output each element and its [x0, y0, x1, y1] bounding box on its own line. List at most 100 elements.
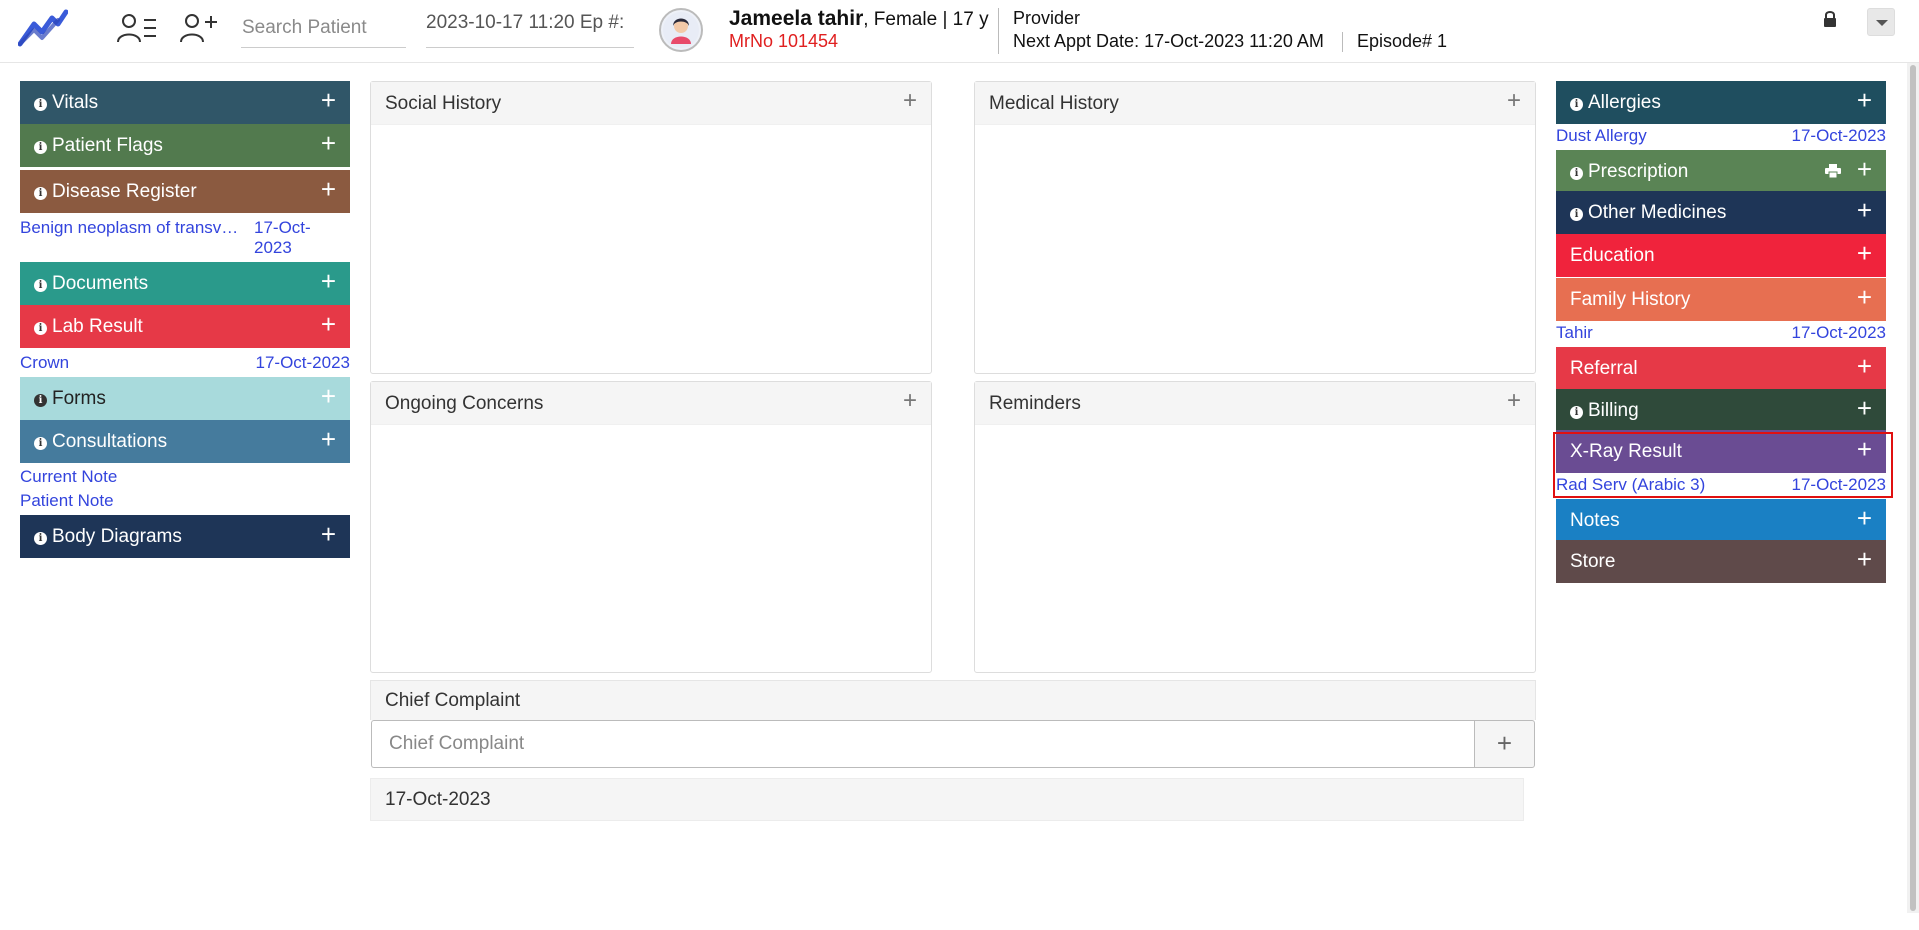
- widget-prescription[interactable]: i Prescription +: [1556, 150, 1886, 193]
- add-patient-icon[interactable]: [178, 10, 220, 46]
- widget-body-diagrams[interactable]: i Body Diagrams +: [20, 515, 350, 558]
- info-icon[interactable]: i: [34, 187, 47, 200]
- widget-label: Billing: [1588, 400, 1639, 421]
- family-history-entry-link[interactable]: Tahir: [1556, 323, 1593, 343]
- add-note-icon[interactable]: +: [1857, 499, 1872, 537]
- info-icon[interactable]: i: [34, 98, 47, 111]
- add-allergy-icon[interactable]: +: [1857, 81, 1872, 119]
- info-icon[interactable]: i: [34, 394, 47, 407]
- widget-consultations[interactable]: i Consultations +: [20, 420, 350, 463]
- patient-avatar[interactable]: [659, 8, 703, 52]
- info-icon[interactable]: i: [1570, 98, 1583, 111]
- page-scrollbar[interactable]: [1907, 63, 1919, 913]
- widget-label: Patient Flags: [52, 135, 163, 156]
- widget-store[interactable]: Store +: [1556, 540, 1886, 583]
- widget-lab-result[interactable]: i Lab Result +: [20, 305, 350, 348]
- widget-label: Disease Register: [52, 181, 197, 202]
- widget-label: Other Medicines: [1588, 202, 1727, 223]
- add-store-icon[interactable]: +: [1857, 540, 1872, 578]
- add-form-icon[interactable]: +: [321, 377, 336, 415]
- add-xray-result-icon[interactable]: +: [1857, 430, 1872, 468]
- lab-result-entry-date: 17-Oct-2023: [255, 353, 351, 372]
- widget-label: Education: [1570, 245, 1655, 266]
- widget-other-medicines[interactable]: i Other Medicines +: [1556, 191, 1886, 234]
- info-icon[interactable]: i: [34, 322, 47, 335]
- info-icon[interactable]: i: [1570, 167, 1583, 180]
- add-social-history-icon[interactable]: +: [903, 82, 917, 120]
- add-prescription-icon[interactable]: +: [1857, 150, 1872, 188]
- current-note-link[interactable]: Current Note: [20, 467, 117, 487]
- add-document-icon[interactable]: +: [321, 262, 336, 300]
- user-menu-dropdown[interactable]: [1867, 8, 1895, 36]
- panel-medical-history: Medical History +: [974, 81, 1536, 374]
- patient-list-icon[interactable]: [116, 10, 158, 46]
- allergy-entry-date: 17-Oct-2023: [1791, 126, 1887, 145]
- widget-billing[interactable]: i Billing +: [1556, 389, 1886, 432]
- family-history-entry-date: 17-Oct-2023: [1791, 323, 1887, 342]
- mrno: MrNo 101454: [729, 31, 839, 51]
- disease-entry-date-year: 2023: [254, 238, 292, 257]
- info-icon[interactable]: i: [1570, 406, 1583, 419]
- add-chief-complaint-button[interactable]: +: [1474, 720, 1535, 768]
- panel-header: Reminders +: [975, 382, 1535, 425]
- patient-name-text: Jameela tahir: [729, 7, 864, 30]
- widget-xray-result[interactable]: X-Ray Result +: [1556, 430, 1886, 473]
- widget-vitals[interactable]: i Vitals +: [20, 81, 350, 124]
- chief-complaint-input[interactable]: [371, 720, 1474, 768]
- widget-label: Prescription: [1588, 161, 1689, 182]
- widget-patient-flags[interactable]: i Patient Flags +: [20, 124, 350, 167]
- app-logo-icon[interactable]: [18, 8, 68, 48]
- add-medical-history-icon[interactable]: +: [1507, 82, 1521, 120]
- add-ongoing-concern-icon[interactable]: +: [903, 382, 917, 420]
- add-referral-icon[interactable]: +: [1857, 347, 1872, 385]
- lab-result-entry-link[interactable]: Crown: [20, 353, 69, 373]
- print-prescription-icon[interactable]: [1825, 164, 1841, 178]
- widget-label: Consultations: [52, 431, 168, 452]
- scrollbar-thumb[interactable]: [1910, 65, 1916, 911]
- widget-allergies[interactable]: i Allergies +: [1556, 81, 1886, 124]
- disease-entry-link[interactable]: Benign neoplasm of transv…: [20, 218, 250, 238]
- widget-family-history[interactable]: Family History +: [1556, 278, 1886, 321]
- panel-header: Social History +: [371, 82, 931, 125]
- info-icon[interactable]: i: [34, 141, 47, 154]
- add-billing-icon[interactable]: +: [1857, 389, 1872, 427]
- add-other-medicine-icon[interactable]: +: [1857, 191, 1872, 229]
- add-reminder-icon[interactable]: +: [1507, 382, 1521, 420]
- search-patient-input[interactable]: [241, 8, 406, 48]
- patient-note-link[interactable]: Patient Note: [20, 491, 114, 511]
- allergy-entry-link[interactable]: Dust Allergy: [1556, 126, 1647, 146]
- lock-icon[interactable]: [1822, 10, 1838, 28]
- top-bar: 2023-10-17 11:20 Ep #: Jameela tahir, Fe…: [0, 0, 1919, 63]
- widget-disease-register[interactable]: i Disease Register +: [20, 170, 350, 213]
- patient-details: , Female | 17 y: [863, 9, 989, 30]
- xray-entry-link[interactable]: Rad Serv (Arabic 3): [1556, 475, 1705, 495]
- widget-education[interactable]: Education +: [1556, 234, 1886, 277]
- panel-header: Ongoing Concerns +: [371, 382, 931, 425]
- widget-label: Referral: [1570, 358, 1638, 379]
- add-family-history-icon[interactable]: +: [1857, 278, 1872, 316]
- widget-notes[interactable]: Notes +: [1556, 499, 1886, 542]
- widget-label: Family History: [1570, 289, 1691, 310]
- episode-info[interactable]: 2023-10-17 11:20 Ep #:: [426, 8, 634, 48]
- info-icon[interactable]: i: [34, 532, 47, 545]
- add-lab-result-icon[interactable]: +: [321, 305, 336, 343]
- add-vitals-icon[interactable]: +: [321, 81, 336, 119]
- add-consultation-icon[interactable]: +: [321, 420, 336, 458]
- info-icon[interactable]: i: [34, 279, 47, 292]
- widget-documents[interactable]: i Documents +: [20, 262, 350, 305]
- panel-reminders: Reminders +: [974, 381, 1536, 673]
- add-disease-icon[interactable]: +: [321, 170, 336, 208]
- widget-label: Body Diagrams: [52, 526, 182, 547]
- add-patient-flag-icon[interactable]: +: [321, 124, 336, 162]
- episode-number: Episode# 1: [1357, 31, 1448, 51]
- female-avatar-icon: [663, 12, 699, 48]
- widget-label: Documents: [52, 273, 149, 294]
- add-body-diagram-icon[interactable]: +: [321, 515, 336, 553]
- widget-label: Allergies: [1588, 92, 1661, 113]
- widget-forms[interactable]: i Forms +: [20, 377, 350, 420]
- info-icon[interactable]: i: [1570, 208, 1583, 221]
- info-icon[interactable]: i: [34, 437, 47, 450]
- widget-referral[interactable]: Referral +: [1556, 347, 1886, 390]
- xray-entry-date: 17-Oct-2023: [1791, 475, 1887, 494]
- add-education-icon[interactable]: +: [1857, 234, 1872, 272]
